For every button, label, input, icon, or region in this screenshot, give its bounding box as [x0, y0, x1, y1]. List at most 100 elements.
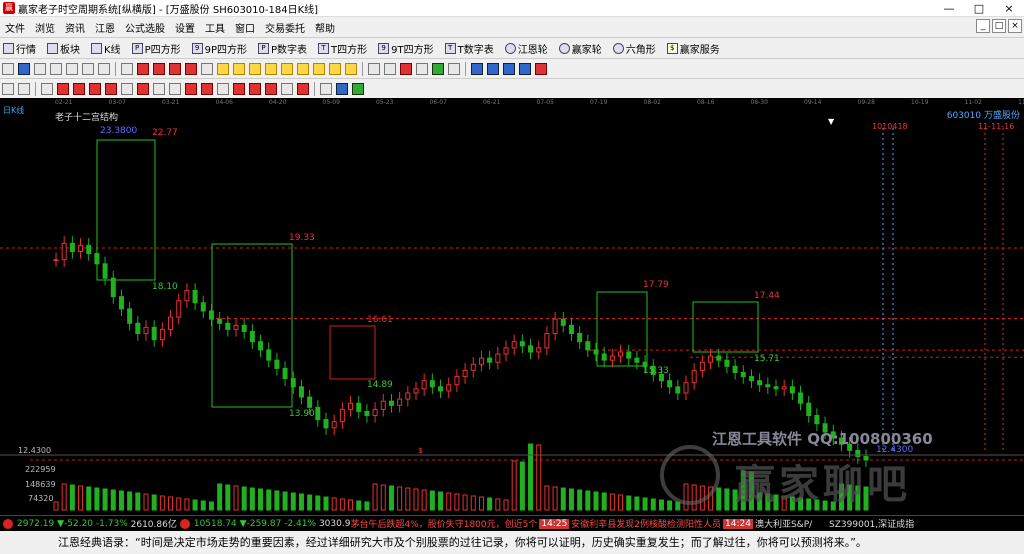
menu-trade[interactable]: 交易委托 — [260, 20, 310, 35]
tool-button-icon[interactable] — [185, 62, 197, 75]
tool-button-icon[interactable] — [336, 82, 348, 95]
price-label: 15.33 — [643, 366, 669, 376]
tool-button-icon[interactable] — [281, 82, 293, 95]
news-item[interactable]: 澳大利亚S&P/ — [755, 517, 812, 530]
nav-p-table-button[interactable]: P P数字表 — [258, 41, 307, 56]
date-tick: 08-16 — [697, 99, 715, 106]
tool-button-icon[interactable] — [384, 62, 396, 75]
tool-button-icon[interactable] — [217, 62, 229, 75]
maximize-button[interactable]: □ — [964, 0, 994, 17]
tool-button-icon[interactable] — [265, 62, 277, 75]
nav-quotes-button[interactable]: 行情 — [3, 41, 36, 56]
tool-button-icon[interactable] — [519, 62, 531, 75]
tool-button-icon[interactable] — [233, 82, 245, 95]
nav-p-square-button[interactable]: P P四方形 — [131, 41, 181, 56]
tool-button-icon[interactable] — [201, 62, 213, 75]
tool-button-icon[interactable] — [281, 62, 293, 75]
tool-button-icon[interactable] — [352, 82, 364, 95]
menu-tools[interactable]: 工具 — [200, 20, 230, 35]
volume-bar — [118, 490, 124, 511]
nav-kline-button[interactable]: K线 — [91, 41, 121, 56]
nav-t-table-button[interactable]: T T数字表 — [444, 41, 494, 56]
tool-button-icon[interactable] — [41, 82, 53, 95]
tool-button-icon[interactable] — [2, 62, 14, 75]
candle-body — [53, 259, 59, 262]
menu-window[interactable]: 窗口 — [230, 20, 260, 35]
tool-button-icon[interactable] — [416, 62, 428, 75]
sh-pct: -1.73% — [95, 518, 128, 529]
tool-button-icon[interactable] — [217, 82, 229, 95]
candle-body — [200, 302, 206, 312]
tool-button-icon[interactable] — [153, 82, 165, 95]
volume-bar — [405, 487, 411, 511]
child-minimize-button[interactable]: _ — [976, 19, 990, 33]
tool-button-icon[interactable] — [50, 62, 62, 75]
tool-button-icon[interactable] — [329, 62, 341, 75]
menu-formula[interactable]: 公式选股 — [120, 20, 170, 35]
tool-button-icon[interactable] — [185, 82, 197, 95]
tool-button-icon[interactable] — [73, 82, 85, 95]
minimize-button[interactable]: — — [934, 0, 964, 17]
candle-body — [667, 380, 673, 388]
tool-button-icon[interactable] — [320, 82, 332, 95]
nav-sector-button[interactable]: 板块 — [47, 41, 80, 56]
tool-button-icon[interactable] — [89, 82, 101, 95]
tool-button-icon[interactable] — [297, 82, 309, 95]
candle-body — [413, 388, 419, 394]
tool-button-icon[interactable] — [18, 62, 30, 75]
tool-button-icon[interactable] — [233, 62, 245, 75]
tool-button-icon[interactable] — [345, 62, 357, 75]
tool-button-icon[interactable] — [249, 62, 261, 75]
chevron-down-icon[interactable]: ▼ — [828, 117, 834, 126]
tool-button-icon[interactable] — [368, 62, 380, 75]
child-restore-button[interactable]: □ — [992, 19, 1006, 33]
tool-button-icon[interactable] — [121, 62, 133, 75]
tool-button-icon[interactable] — [153, 62, 165, 75]
tool-button-icon[interactable] — [432, 62, 444, 75]
tool-button-icon[interactable] — [18, 82, 30, 95]
price-label: 15.71 — [754, 354, 780, 364]
tool-button-icon[interactable] — [535, 62, 547, 75]
nav-9p-square-button[interactable]: 9 9P四方形 — [191, 41, 247, 56]
tool-button-icon[interactable] — [137, 62, 149, 75]
nav-service-button[interactable]: $ 赢家服务 — [666, 41, 720, 56]
tool-button-icon[interactable] — [249, 82, 261, 95]
tool-button-icon[interactable] — [201, 82, 213, 95]
close-button[interactable]: × — [994, 0, 1024, 17]
tool-button-icon[interactable] — [137, 82, 149, 95]
menu-settings[interactable]: 设置 — [170, 20, 200, 35]
tool-button-icon[interactable] — [265, 82, 277, 95]
grid-icon — [3, 42, 14, 54]
child-close-button[interactable]: × — [1008, 19, 1022, 33]
tool-button-icon[interactable] — [169, 82, 181, 95]
tool-button-icon[interactable] — [98, 62, 110, 75]
tool-button-icon[interactable] — [487, 62, 499, 75]
tool-button-icon[interactable] — [313, 62, 325, 75]
tool-button-icon[interactable] — [169, 62, 181, 75]
tool-button-icon[interactable] — [82, 62, 94, 75]
news-item[interactable]: 安徽利辛县发现2例核酸检测阳性人员 — [571, 517, 721, 530]
tool-button-icon[interactable] — [121, 82, 133, 95]
tool-button-icon[interactable] — [2, 82, 14, 95]
tool-button-icon[interactable] — [66, 62, 78, 75]
menu-help[interactable]: 帮助 — [310, 20, 340, 35]
menu-info[interactable]: 资讯 — [60, 20, 90, 35]
tool-button-icon[interactable] — [34, 62, 46, 75]
nav-t-square-button[interactable]: T T四方形 — [318, 41, 367, 56]
menu-browse[interactable]: 浏览 — [30, 20, 60, 35]
tool-button-icon[interactable] — [471, 62, 483, 75]
menu-gann[interactable]: 江恩 — [90, 20, 120, 35]
tool-button-icon[interactable] — [448, 62, 460, 75]
menu-file[interactable]: 文件 — [0, 20, 30, 35]
toolbar-separator — [465, 61, 466, 76]
news-item[interactable]: 茅台午后跌超4%，股价失守1800元，创近5个 — [350, 517, 537, 530]
nav-hexagon-button[interactable]: 六角形 — [612, 41, 656, 56]
tool-button-icon[interactable] — [57, 82, 69, 95]
tool-button-icon[interactable] — [503, 62, 515, 75]
nav-gann-wheel-button[interactable]: 江恩轮 — [504, 41, 548, 56]
nav-winner-wheel-button[interactable]: 赢家轮 — [558, 41, 602, 56]
tool-button-icon[interactable] — [105, 82, 117, 95]
tool-button-icon[interactable] — [297, 62, 309, 75]
tool-button-icon[interactable] — [400, 62, 412, 75]
nav-9t-square-button[interactable]: 9 9T四方形 — [378, 41, 434, 56]
